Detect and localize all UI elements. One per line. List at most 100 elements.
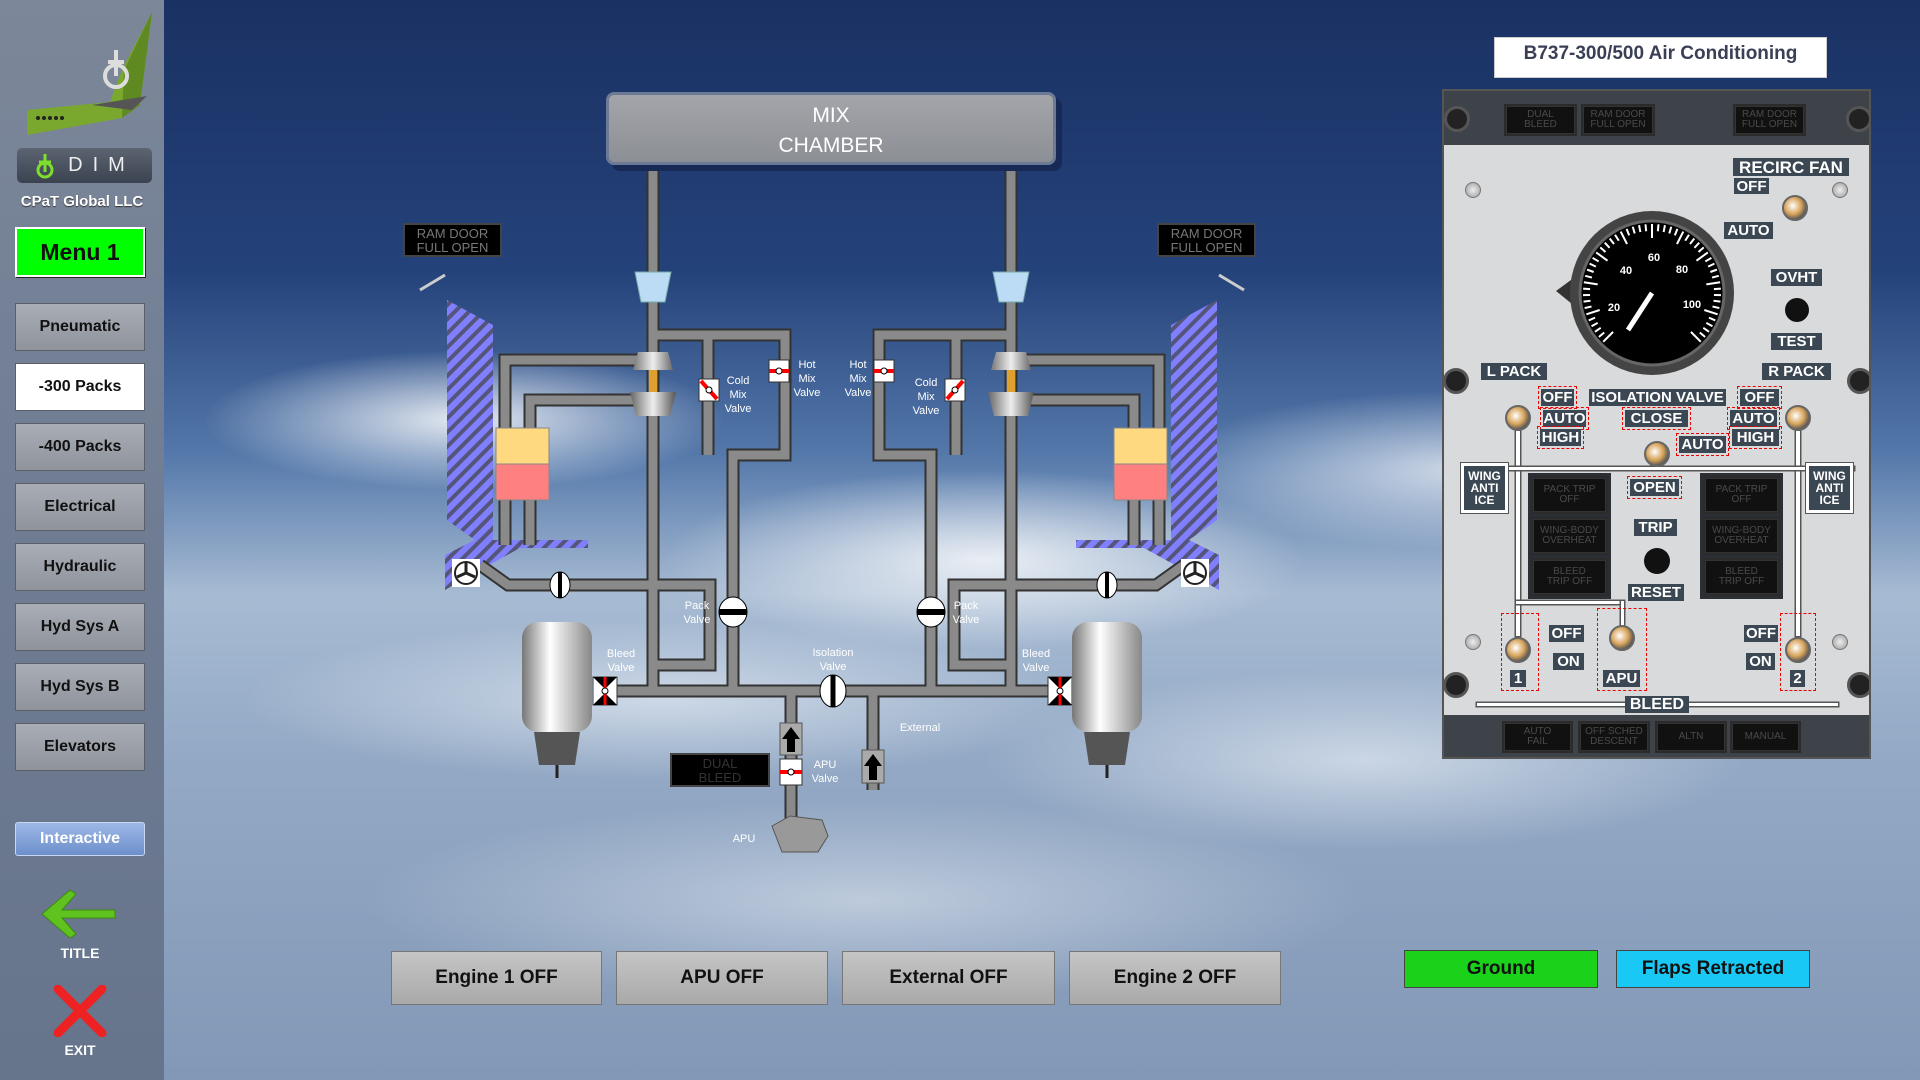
bleed-line: [1464, 467, 1854, 470]
gauge-tick-60: 60: [1648, 252, 1660, 264]
bleed-line: [1516, 431, 1520, 636]
ram-door-left-annunciator: RAM DOOR FULL OPEN: [403, 223, 502, 257]
apu-bleed-switch[interactable]: [1609, 625, 1635, 651]
apu-valve[interactable]: [779, 758, 803, 786]
bleed1-switch[interactable]: [1505, 637, 1531, 663]
bleed-on-right-label: ON: [1746, 653, 1775, 670]
bleed-off-left-label: OFF: [1549, 625, 1584, 642]
dual-bleed-annunciator: DUAL BLEED: [670, 753, 770, 787]
right-wing-body-overheat-light: WING-BODY OVERHEAT: [1703, 517, 1780, 555]
right-ram-fan-icon: [1181, 559, 1209, 587]
trip-reset-button[interactable]: [1644, 548, 1670, 574]
right-primary-heat-exchanger: [1113, 463, 1168, 501]
gauge-tick-80: 80: [1676, 264, 1688, 276]
r-pack-off-label: OFF: [1737, 386, 1782, 409]
left-ram-door: [419, 273, 446, 292]
air-conditioning-panel: DUAL BLEED RAM DOOR FULL OPEN RAM DOOR FULL…: [1442, 89, 1871, 759]
left-engine: [522, 622, 592, 778]
left-hot-mix-valve[interactable]: [768, 359, 790, 383]
isolation-valve-label: Isolation Valve: [813, 647, 854, 673]
screw-icon: [1465, 634, 1481, 650]
right-bleed-trip-off-light: BLEED TRIP OFF: [1703, 558, 1780, 596]
gauge-tick-mark: [1644, 224, 1648, 232]
recirc-fan-label: RECIRC FAN: [1733, 158, 1849, 176]
iso-auto-label: AUTO: [1676, 433, 1729, 456]
left-ram-fan-icon: [452, 559, 480, 587]
dual-bleed-light: DUAL BLEED: [1504, 104, 1577, 136]
screw-icon: [1465, 182, 1481, 198]
right-ram-valve[interactable]: [1096, 571, 1118, 599]
duct-temperature-gauge: 20 40 60 80 100: [1556, 211, 1734, 375]
iso-close-label: CLOSE: [1622, 407, 1691, 430]
mix-chamber-line2: CHAMBER: [778, 134, 884, 157]
engine1-button[interactable]: Engine 1 OFF: [391, 951, 602, 1005]
panel-fastener-icon: [1846, 106, 1869, 132]
left-cold-mix-valve[interactable]: [698, 378, 720, 402]
screw-icon: [1832, 634, 1848, 650]
flaps-button[interactable]: Flaps Retracted: [1616, 950, 1810, 988]
right-bleed-valve[interactable]: [1047, 676, 1073, 706]
gauge-tick-100: 100: [1683, 299, 1701, 311]
left-wing-body-overheat-light: WING-BODY OVERHEAT: [1531, 517, 1608, 555]
left-ram-valve[interactable]: [549, 571, 571, 599]
isolation-valve[interactable]: [819, 674, 847, 708]
left-bleed-trip-off-light: BLEED TRIP OFF: [1531, 558, 1608, 596]
apu-label: APU: [733, 833, 756, 845]
l-pack-auto-label: AUTO: [1540, 407, 1589, 430]
isolation-valve-switch[interactable]: [1644, 441, 1670, 467]
external-arrow-icon: [861, 749, 885, 784]
left-water-separator: [634, 271, 672, 303]
bleed-on-left-label: ON: [1553, 653, 1584, 670]
gauge-tick-mark: [1638, 225, 1642, 233]
hot-mix-valve-right-label: Hot Mix Valve: [845, 359, 872, 399]
recirc-off-label: OFF: [1734, 178, 1769, 194]
mix-chamber-line1: MIX: [812, 104, 850, 127]
ovht-test-button[interactable]: [1785, 298, 1809, 322]
panel-fastener-icon: [1444, 106, 1470, 132]
apu-arrow-icon: [779, 722, 803, 756]
apu-unit: [771, 815, 829, 853]
gauge-tick-20: 20: [1608, 302, 1620, 314]
cold-mix-valve-left-label: Cold Mix Valve: [725, 375, 752, 415]
l-pack-switch[interactable]: [1505, 405, 1531, 431]
right-hot-mix-valve[interactable]: [873, 359, 895, 383]
right-cold-mix-valve[interactable]: [944, 378, 966, 402]
l-pack-high-label: HIGH: [1537, 426, 1584, 449]
left-air-cycle-machine: [630, 352, 676, 416]
gauge-tick-40: 40: [1620, 265, 1632, 277]
ground-button[interactable]: Ground: [1404, 950, 1598, 988]
apu-valve-label: APU Valve: [812, 759, 839, 785]
cold-mix-valve-right-label: Cold Mix Valve: [913, 377, 940, 417]
left-primary-heat-exchanger: [495, 463, 550, 501]
pipes: [476, 165, 1188, 840]
panel-title: B737-300/500 Air Conditioning: [1494, 37, 1827, 78]
isolation-valve-label: ISOLATION VALVE: [1589, 389, 1726, 406]
right-pack-valve[interactable]: [916, 596, 946, 628]
wing-anti-ice-right: WING ANTI ICE: [1805, 462, 1854, 514]
panel-fastener-icon: [1444, 672, 1469, 698]
off-sched-descent-light: OFF SCHED DESCENT: [1578, 721, 1650, 753]
gauge-tick-mark: [1662, 225, 1666, 233]
panel-fastener-icon: [1444, 368, 1469, 394]
bleed-section-label: BLEED: [1625, 696, 1689, 713]
right-water-separator: [992, 271, 1030, 303]
manual-light: MANUAL: [1730, 721, 1801, 753]
bleed2-label: 2: [1790, 670, 1805, 687]
panel-fastener-icon: [1847, 672, 1869, 698]
left-pack-valve[interactable]: [718, 596, 748, 628]
recirc-fan-switch[interactable]: [1782, 195, 1808, 221]
mix-chamber: MIX CHAMBER: [606, 92, 1056, 165]
ram-door-right-annunciator: RAM DOOR FULL OPEN: [1157, 223, 1256, 257]
gauge-tick-mark: [1583, 299, 1591, 303]
bleed-valve-right-label: Bleed Valve: [1022, 648, 1050, 674]
left-bleed-valve[interactable]: [592, 676, 618, 706]
engine2-button[interactable]: Engine 2 OFF: [1069, 951, 1281, 1005]
right-ram-door: [1218, 273, 1245, 292]
bleed2-switch[interactable]: [1785, 637, 1811, 663]
external-button[interactable]: External OFF: [842, 951, 1055, 1005]
test-label: TEST: [1771, 333, 1822, 350]
r-pack-high-label: HIGH: [1729, 426, 1782, 449]
apu-button[interactable]: APU OFF: [616, 951, 828, 1005]
r-pack-switch[interactable]: [1785, 405, 1811, 431]
bleed-line: [1516, 601, 1624, 604]
